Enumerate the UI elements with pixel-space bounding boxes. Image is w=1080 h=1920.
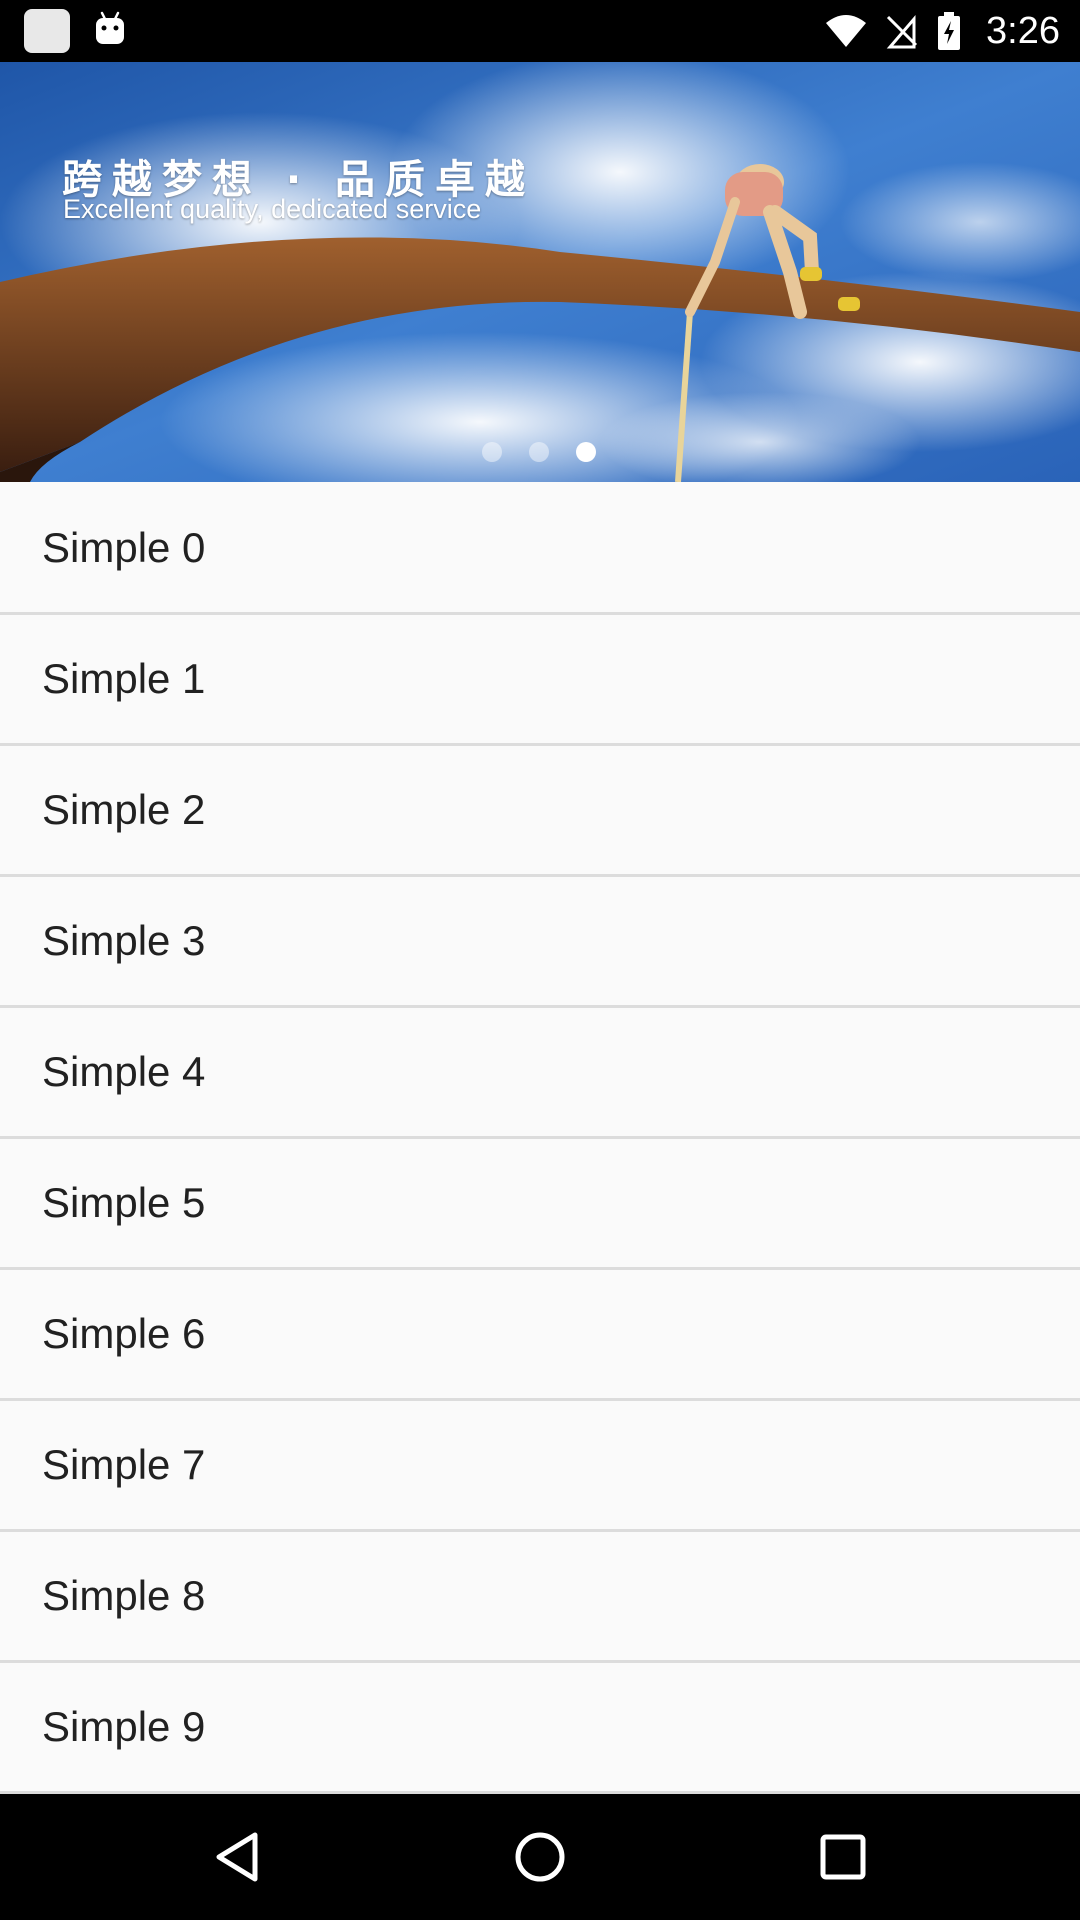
list-item[interactable]: Simple 3 (0, 877, 1080, 1008)
banner-image (0, 62, 1080, 482)
page-indicator-dot (482, 442, 502, 462)
list-item[interactable]: Simple 9 (0, 1663, 1080, 1794)
list-item[interactable]: Simple 1 (0, 615, 1080, 746)
list-item-label: Simple 4 (42, 1048, 206, 1095)
navigation-bar (0, 1794, 1080, 1920)
simple-list[interactable]: Simple 0 Simple 1 Simple 2 Simple 3 Simp… (0, 484, 1080, 1811)
android-icon (96, 11, 124, 44)
no-sim-icon (886, 14, 918, 49)
list-item[interactable]: Simple 7 (0, 1401, 1080, 1532)
page-indicator (482, 442, 596, 462)
list-item[interactable]: Simple 5 (0, 1139, 1080, 1270)
list-item[interactable]: Simple 0 (0, 484, 1080, 615)
wifi-icon (826, 15, 867, 47)
list-item[interactable]: Simple 8 (0, 1532, 1080, 1663)
list-item-label: Simple 7 (42, 1441, 206, 1488)
banner-carousel[interactable]: 跨越梦想 · 品质卓越 Excellent quality, dedicated… (0, 62, 1080, 482)
app-icon (24, 9, 70, 53)
list-item-label: Simple 0 (42, 524, 206, 571)
clock: 3:26 (986, 9, 1060, 52)
list-item-label: Simple 5 (42, 1179, 206, 1226)
list-item-label: Simple 1 (42, 655, 206, 702)
battery-charging-icon (938, 12, 961, 50)
list-item-label: Simple 8 (42, 1572, 206, 1619)
list-item-label: Simple 9 (42, 1703, 206, 1750)
home-icon[interactable] (510, 1827, 570, 1887)
list-item[interactable]: Simple 6 (0, 1270, 1080, 1401)
recents-icon[interactable] (813, 1827, 873, 1887)
back-icon[interactable] (207, 1827, 267, 1887)
banner-headline-en: Excellent quality, dedicated service (63, 194, 482, 224)
status-bar: 3:26 (0, 0, 1080, 62)
list-item-label: Simple 3 (42, 917, 206, 964)
list-item[interactable]: Simple 4 (0, 1008, 1080, 1139)
list-item[interactable]: Simple 2 (0, 746, 1080, 877)
page-indicator-dot-active (576, 442, 596, 462)
list-item-label: Simple 2 (42, 786, 206, 833)
page-indicator-dot (529, 442, 549, 462)
list-item-label: Simple 6 (42, 1310, 206, 1357)
